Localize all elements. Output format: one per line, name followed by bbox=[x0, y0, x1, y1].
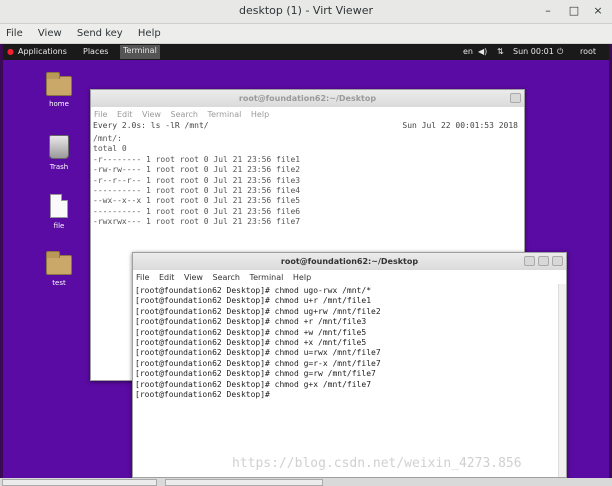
user-menu[interactable]: root bbox=[580, 47, 596, 56]
menu-search[interactable]: Search bbox=[213, 273, 240, 282]
output-line: -r-------- 1 root root 0 Jul 21 23:56 fi… bbox=[93, 154, 301, 164]
terminal-menubar: File Edit View Search Terminal Help bbox=[91, 107, 524, 121]
terminal-title: root@foundation62:~/Desktop bbox=[280, 257, 419, 266]
watch-command: Every 2.0s: ls -lR /mnt/ bbox=[93, 121, 209, 130]
output-line: --wx--x--x 1 root root 0 Jul 21 23:56 fi… bbox=[93, 196, 301, 206]
command-line: [root@foundation62 Desktop]# chmod g=rw … bbox=[135, 369, 376, 379]
menu-file[interactable]: File bbox=[94, 110, 107, 119]
viewer-menubar: File View Send key Help bbox=[0, 24, 612, 44]
command-prompt: [root@foundation62 Desktop]# bbox=[135, 390, 270, 400]
desktop-icon-label: Trash bbox=[49, 163, 69, 171]
trash-icon bbox=[49, 135, 69, 159]
desktop-icon-home[interactable]: home bbox=[37, 72, 81, 108]
command-line: [root@foundation62 Desktop]# chmod u+r /… bbox=[135, 296, 372, 306]
maximize-icon[interactable] bbox=[538, 256, 549, 266]
clock[interactable]: Sun 00:01 bbox=[513, 47, 554, 56]
network-icon[interactable]: ⇅ bbox=[497, 47, 504, 56]
output-line: ---------- 1 root root 0 Jul 21 23:56 fi… bbox=[93, 186, 301, 196]
folder-icon bbox=[46, 251, 72, 275]
desktop-icon-file[interactable]: file bbox=[37, 194, 81, 230]
terminal-title: root@foundation62:~/Desktop bbox=[238, 94, 377, 103]
menu-send-key[interactable]: Send key bbox=[71, 24, 129, 39]
command-line: [root@foundation62 Desktop]# chmod u=rwx… bbox=[135, 348, 381, 358]
home-folder-icon bbox=[46, 72, 72, 96]
guest-top-bar: ● Applications Places Terminal en ◀) ⇅ S… bbox=[3, 44, 609, 60]
volume-icon[interactable]: ◀) bbox=[478, 47, 487, 56]
maximize-button[interactable]: □ bbox=[566, 3, 582, 19]
close-icon[interactable] bbox=[552, 256, 563, 266]
terminal-task[interactable]: Terminal bbox=[120, 45, 160, 59]
command-line: [root@foundation62 Desktop]# chmod g+x /… bbox=[135, 379, 372, 389]
bottom-taskbar bbox=[0, 478, 612, 486]
menu-edit[interactable]: Edit bbox=[117, 110, 133, 119]
menu-help[interactable]: Help bbox=[293, 273, 311, 282]
output-line: ---------- 1 root root 0 Jul 21 23:56 fi… bbox=[93, 206, 301, 216]
menu-file[interactable]: File bbox=[136, 273, 149, 282]
menu-terminal[interactable]: Terminal bbox=[208, 110, 242, 119]
command-line: [root@foundation62 Desktop]# chmod g=r-x… bbox=[135, 358, 381, 368]
taskbar-item[interactable] bbox=[2, 479, 157, 486]
menu-file[interactable]: File bbox=[0, 24, 29, 39]
watch-header: Every 2.0s: ls -lR /mnt/ Sun Jul 22 00:0… bbox=[91, 121, 524, 132]
menu-help[interactable]: Help bbox=[251, 110, 269, 119]
watermark: https://blog.csdn.net/weixin_4273.856 bbox=[232, 456, 522, 471]
menu-search[interactable]: Search bbox=[171, 110, 198, 119]
file-icon bbox=[50, 194, 68, 218]
menu-terminal[interactable]: Terminal bbox=[250, 273, 284, 282]
minimize-button[interactable]: – bbox=[540, 3, 556, 19]
menu-view[interactable]: View bbox=[32, 24, 68, 39]
output-line: /mnt/: bbox=[93, 134, 122, 143]
close-button[interactable]: × bbox=[590, 3, 606, 19]
command-line: [root@foundation62 Desktop]# chmod ug+rw… bbox=[135, 306, 381, 316]
terminal-output[interactable]: /mnt/: total 0 -r-------- 1 root root 0 Ju… bbox=[91, 132, 524, 230]
menu-help[interactable]: Help bbox=[132, 24, 167, 39]
viewer-title: desktop (1) - Virt Viewer bbox=[239, 4, 373, 17]
taskbar-item[interactable] bbox=[165, 479, 323, 486]
places-menu[interactable]: Places bbox=[83, 47, 108, 56]
power-icon[interactable]: ⏻ bbox=[557, 47, 563, 57]
terminal-menubar: File Edit View Search Terminal Help bbox=[133, 270, 566, 284]
watch-timestamp: Sun Jul 22 00:01:53 2018 bbox=[402, 121, 518, 130]
desktop-icon-label: home bbox=[49, 100, 69, 108]
terminal-titlebar: root@foundation62:~/Desktop bbox=[91, 90, 524, 107]
terminal-titlebar: root@foundation62:~/Desktop bbox=[133, 253, 566, 270]
terminal-window-active[interactable]: root@foundation62:~/Desktop File Edit Vi… bbox=[132, 252, 567, 478]
output-line: -rwxrwx--- 1 root root 0 Jul 21 23:56 fi… bbox=[93, 217, 301, 227]
desktop-icon-trash[interactable]: Trash bbox=[37, 135, 81, 171]
output-line: -rw-rw---- 1 root root 0 Jul 21 23:56 fi… bbox=[93, 165, 301, 175]
close-icon[interactable] bbox=[510, 93, 521, 103]
desktop-icon-label: test bbox=[52, 279, 66, 287]
menu-edit[interactable]: Edit bbox=[159, 273, 175, 282]
terminal-output[interactable]: [root@foundation62 Desktop]# chmod ugo-r… bbox=[133, 284, 566, 402]
command-line: [root@foundation62 Desktop]# chmod +w /m… bbox=[135, 327, 367, 337]
terminal-task-label: Terminal bbox=[123, 46, 157, 55]
command-line: [root@foundation62 Desktop]# chmod +x /m… bbox=[135, 338, 367, 348]
terminal-scrollbar[interactable] bbox=[558, 284, 566, 477]
output-line: -r--r--r-- 1 root root 0 Jul 21 23:56 fi… bbox=[93, 175, 301, 185]
command-line: [root@foundation62 Desktop]# chmod ugo-r… bbox=[135, 286, 372, 295]
language-indicator[interactable]: en bbox=[463, 47, 473, 56]
menu-view[interactable]: View bbox=[142, 110, 161, 119]
fedora-logo-icon: ● bbox=[7, 47, 14, 56]
applications-menu[interactable]: Applications bbox=[18, 47, 67, 56]
output-line: total 0 bbox=[93, 144, 127, 154]
desktop-icon-test[interactable]: test bbox=[37, 251, 81, 287]
viewer-titlebar: desktop (1) - Virt Viewer – □ × bbox=[0, 0, 612, 24]
desktop-icon-label: file bbox=[53, 222, 65, 230]
minimize-icon[interactable] bbox=[524, 256, 535, 266]
command-line: [root@foundation62 Desktop]# chmod +r /m… bbox=[135, 317, 367, 327]
menu-view[interactable]: View bbox=[184, 273, 203, 282]
